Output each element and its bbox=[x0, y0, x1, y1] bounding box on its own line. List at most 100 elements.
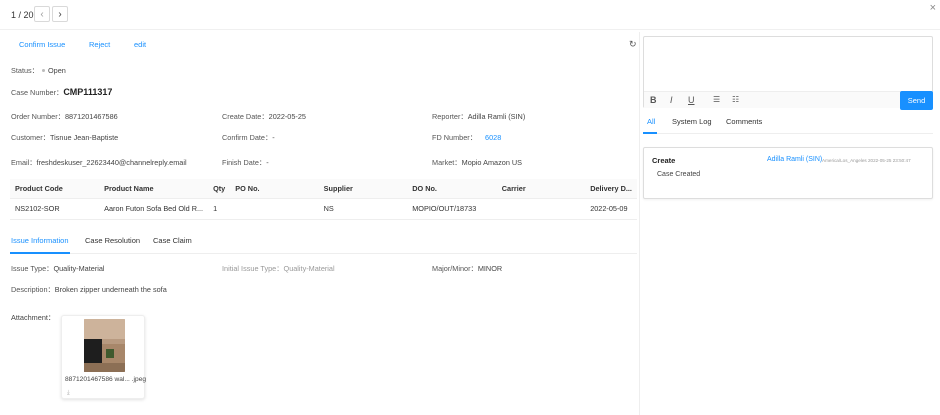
bullet-list-icon[interactable]: ☰ bbox=[713, 95, 720, 104]
case-number-field: Case Number：CMP111317 bbox=[11, 87, 112, 98]
send-button[interactable]: Send bbox=[900, 91, 933, 110]
fd-number-label: FD Number： bbox=[432, 133, 478, 142]
order-number-field: Order Number：8871201467586 bbox=[11, 112, 118, 122]
underline-icon[interactable]: U bbox=[688, 95, 695, 105]
th-qty: Qty bbox=[208, 179, 231, 199]
reject-button[interactable]: Reject bbox=[89, 40, 110, 49]
th-product-code: Product Code bbox=[10, 179, 100, 199]
right-tabs-divider bbox=[643, 133, 933, 134]
finish-date-field: Finish Date：- bbox=[222, 158, 269, 168]
cell-product-code: NS2102-SOR bbox=[10, 198, 100, 220]
email-label: Email： bbox=[11, 158, 37, 167]
issue-type-field: Issue Type：Quality-Material bbox=[11, 264, 105, 274]
th-carrier: Carrier bbox=[496, 179, 586, 199]
market-value: Mopio Amazon US bbox=[461, 158, 523, 167]
download-icon[interactable]: ⤓ bbox=[67, 390, 70, 397]
log-entry: Create Adilla Ramli (SIN) America/Los_An… bbox=[643, 147, 933, 199]
order-number-value: 8871201467586 bbox=[64, 112, 118, 121]
header-divider bbox=[0, 29, 940, 30]
description-value: Broken zipper underneath the sofa bbox=[54, 285, 167, 294]
attachment-card[interactable]: 8871201467586 wal... .jpeg ⤓ bbox=[61, 315, 147, 399]
ordered-list-icon[interactable]: ☷ bbox=[732, 95, 739, 104]
major-minor-value: MINOR bbox=[477, 264, 503, 273]
close-icon[interactable]: × bbox=[930, 2, 936, 14]
market-field: Market：Mopio Amazon US bbox=[432, 158, 522, 168]
cell-delivery-date: 2022-05-09 bbox=[585, 198, 637, 220]
status-label: Status： bbox=[11, 66, 39, 75]
fd-number-field: FD Number： 6028 bbox=[432, 133, 501, 143]
finish-date-label: Finish Date： bbox=[222, 158, 267, 167]
cell-carrier bbox=[496, 198, 586, 220]
reporter-field: Reporter：Adilla Ramli (SIN) bbox=[432, 112, 525, 122]
customer-field: Customer：Tisnue Jean-Baptiste bbox=[11, 133, 118, 143]
status-field: Status： Open bbox=[11, 66, 66, 76]
tab-comments[interactable]: Comments bbox=[726, 117, 762, 126]
bold-icon[interactable]: B bbox=[650, 95, 657, 105]
comment-editor[interactable]: B I U ☰ ☷ Send bbox=[643, 36, 933, 110]
customer-label: Customer： bbox=[11, 133, 50, 142]
tab-case-resolution[interactable]: Case Resolution bbox=[85, 236, 140, 245]
initial-issue-type-label: Initial Issue Type： bbox=[222, 264, 284, 273]
description-field: Description：Broken zipper underneath the… bbox=[11, 285, 167, 295]
issue-type-value: Quality-Material bbox=[53, 264, 105, 273]
tab-system-log[interactable]: System Log bbox=[672, 117, 712, 126]
panel-divider bbox=[639, 32, 640, 415]
reporter-label: Reporter： bbox=[432, 112, 468, 121]
italic-icon[interactable]: I bbox=[670, 95, 673, 105]
market-label: Market： bbox=[432, 158, 462, 167]
create-date-label: Create Date： bbox=[222, 112, 269, 121]
log-body: Case Created bbox=[657, 171, 701, 178]
table-header-row: Product Code Product Name Qty PO No. Sup… bbox=[10, 179, 637, 199]
email-value: freshdeskuser_22623440@channelreply.emai… bbox=[36, 158, 187, 167]
confirm-date-field: Confirm Date：- bbox=[222, 133, 275, 143]
products-table: Product Code Product Name Qty PO No. Sup… bbox=[10, 179, 637, 220]
description-label: Description： bbox=[11, 285, 55, 294]
pager-text: 1 / 20 bbox=[11, 10, 34, 20]
case-number-value: CMP111317 bbox=[63, 87, 113, 97]
attachment-label: Attachment： bbox=[11, 313, 56, 322]
attachment-thumbnail[interactable] bbox=[84, 319, 125, 372]
major-minor-field: Major/Minor：MINOR bbox=[432, 264, 502, 274]
th-product-name: Product Name bbox=[99, 179, 209, 199]
tab-issue-information[interactable]: Issue Information bbox=[11, 236, 69, 245]
create-date-value: 2022-05-25 bbox=[268, 112, 306, 121]
next-button[interactable]: › bbox=[52, 6, 68, 22]
prev-button[interactable]: ‹ bbox=[34, 6, 50, 22]
order-number-label: Order Number： bbox=[11, 112, 65, 121]
chevron-right-icon: › bbox=[58, 8, 62, 20]
cell-qty: 1 bbox=[208, 198, 231, 220]
customer-value: Tisnue Jean-Baptiste bbox=[49, 133, 119, 142]
th-delivery-date: Delivery D... bbox=[585, 179, 637, 199]
case-number-label: Case Number： bbox=[11, 88, 64, 97]
chevron-left-icon: ‹ bbox=[40, 8, 44, 20]
tab-case-claim[interactable]: Case Claim bbox=[153, 236, 192, 245]
create-date-field: Create Date：2022-05-25 bbox=[222, 112, 306, 122]
fd-number-link[interactable]: 6028 bbox=[485, 133, 501, 142]
initial-issue-type-value: Quality-Material bbox=[283, 264, 335, 273]
finish-date-value: - bbox=[266, 158, 269, 167]
table-row: NS2102-SOR Aaron Futon Sofa Bed Old R...… bbox=[10, 198, 637, 220]
cell-do-no: MOPIO/OUT/18733 bbox=[407, 198, 497, 220]
email-field: Email：freshdeskuser_22623440@channelrepl… bbox=[11, 158, 187, 168]
confirm-date-value: - bbox=[272, 133, 275, 142]
th-do-no: DO No. bbox=[407, 179, 497, 199]
status-dot-icon bbox=[41, 69, 45, 73]
cell-product-name: Aaron Futon Sofa Bed Old R... bbox=[99, 198, 209, 220]
issue-type-label: Issue Type： bbox=[11, 264, 54, 273]
attachment-filename: 8871201467586 wal... .jpeg bbox=[65, 376, 147, 383]
tab-all[interactable]: All bbox=[647, 117, 655, 126]
log-title: Create bbox=[652, 156, 676, 165]
confirm-issue-button[interactable]: Confirm Issue bbox=[19, 40, 65, 49]
cell-supplier: NS bbox=[318, 198, 408, 220]
initial-issue-type-field: Initial Issue Type：Quality-Material bbox=[222, 264, 335, 274]
edit-button[interactable]: edit bbox=[134, 40, 146, 49]
log-author[interactable]: Adilla Ramli (SIN) bbox=[767, 156, 822, 163]
th-supplier: Supplier bbox=[318, 179, 408, 199]
th-po-no: PO No. bbox=[230, 179, 319, 199]
reporter-value: Adilla Ramli (SIN) bbox=[467, 112, 526, 121]
tabs-divider bbox=[10, 253, 637, 254]
right-active-tab-indicator bbox=[643, 132, 657, 134]
refresh-icon[interactable]: ↻ bbox=[629, 39, 637, 50]
log-meta: America/Los_Angeles 2022-05-25 23:50:47 bbox=[822, 158, 911, 163]
active-tab-indicator bbox=[10, 252, 70, 254]
